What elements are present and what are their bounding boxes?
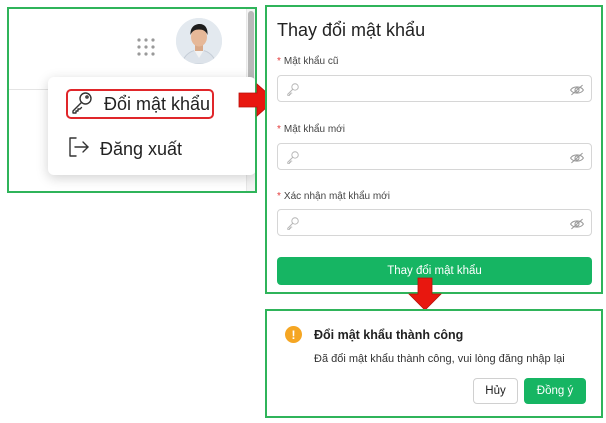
change-password-label: Đổi mật khẩu bbox=[104, 93, 211, 114]
old-password-label-text: Mật khẩu cũ bbox=[283, 56, 339, 67]
new-password-label: * Mật khẩu mới bbox=[277, 124, 345, 135]
change-password-menu-item[interactable]: Đổi mật khẩu bbox=[66, 89, 214, 119]
eye-off-icon[interactable] bbox=[569, 83, 585, 101]
confirm-password-label-text: Xác nhận mật khẩu mới bbox=[283, 191, 390, 202]
old-password-field[interactable] bbox=[277, 75, 592, 102]
required-mark: * bbox=[277, 56, 281, 67]
form-title: Thay đổi mật khẩu bbox=[277, 20, 426, 40]
dialog-message: Đã đổi mật khẩu thành công, vui lòng đăn… bbox=[314, 353, 565, 365]
logout-label: Đăng xuất bbox=[100, 138, 183, 159]
change-password-panel: Thay đổi mật khẩu * Mật khẩu cũ * Mật khẩu… bbox=[265, 5, 603, 294]
required-mark: * bbox=[277, 191, 281, 202]
avatar[interactable] bbox=[176, 18, 222, 64]
key-icon bbox=[286, 216, 300, 235]
eye-off-icon[interactable] bbox=[569, 151, 585, 169]
warning-icon: ! bbox=[285, 326, 302, 343]
key-icon bbox=[286, 150, 300, 169]
new-password-label-text: Mật khẩu mới bbox=[283, 124, 345, 135]
key-icon bbox=[70, 90, 94, 119]
confirm-button[interactable]: Đồng ý bbox=[524, 378, 586, 404]
confirm-password-field[interactable] bbox=[277, 209, 592, 236]
apps-grid-icon[interactable] bbox=[135, 36, 157, 58]
cancel-button[interactable]: Hủy bbox=[473, 378, 518, 404]
confirm-password-label: * Xác nhận mật khẩu mới bbox=[277, 191, 390, 202]
new-password-field[interactable] bbox=[277, 143, 592, 170]
user-menu-panel: Đổi mật khẩu Đăng xuất bbox=[7, 7, 257, 193]
user-dropdown-menu: Đổi mật khẩu Đăng xuất bbox=[48, 77, 255, 175]
required-mark: * bbox=[277, 124, 281, 135]
logout-icon bbox=[68, 136, 90, 163]
success-dialog: ! Đổi mật khẩu thành công Đã đổi mật khẩ… bbox=[265, 309, 603, 418]
key-icon bbox=[286, 82, 300, 101]
dialog-title: Đổi mật khẩu thành công bbox=[314, 328, 464, 342]
old-password-label: * Mật khẩu cũ bbox=[277, 56, 338, 67]
logout-menu-item[interactable]: Đăng xuất bbox=[68, 134, 182, 164]
eye-off-icon[interactable] bbox=[569, 217, 585, 235]
